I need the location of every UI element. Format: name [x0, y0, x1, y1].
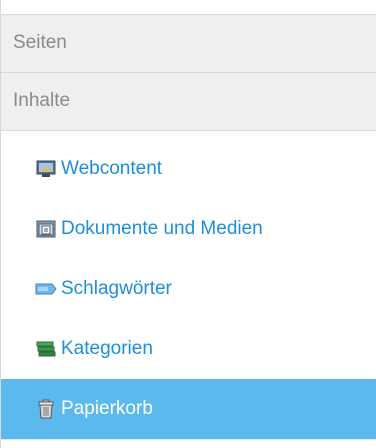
content-item-list: Webcontent Dokumente und Medien Schlagwö…: [1, 139, 376, 439]
sidebar-item-label: Papierkorb: [61, 398, 153, 419]
trash-icon: [35, 399, 57, 419]
sidebar-item-label: Kategorien: [61, 338, 153, 359]
sidebar-item-label: Webcontent: [61, 158, 163, 179]
sidebar-item-label: Schlagwörter: [61, 278, 172, 299]
sidebar-panel: Seiten Inhalte Webcontent Dokumente und …: [0, 0, 376, 448]
divider: [1, 439, 376, 440]
sidebar-item-categories[interactable]: Kategorien: [1, 319, 376, 379]
categories-icon: [35, 339, 57, 359]
sidebar-item-tags[interactable]: Schlagwörter: [1, 259, 376, 319]
sidebar-item-label: Dokumente und Medien: [61, 218, 263, 239]
web-content-icon: [35, 159, 57, 179]
top-strip: [1, 0, 376, 15]
sidebar-item-documents-media[interactable]: Dokumente und Medien: [1, 199, 376, 259]
sidebar-item-trash[interactable]: Papierkorb: [1, 379, 376, 439]
documents-media-icon: [35, 219, 57, 239]
section-header-content[interactable]: Inhalte: [1, 73, 376, 131]
sidebar-item-webcontent[interactable]: Webcontent: [1, 139, 376, 199]
section-header-pages[interactable]: Seiten: [1, 15, 376, 73]
tags-icon: [35, 279, 57, 299]
